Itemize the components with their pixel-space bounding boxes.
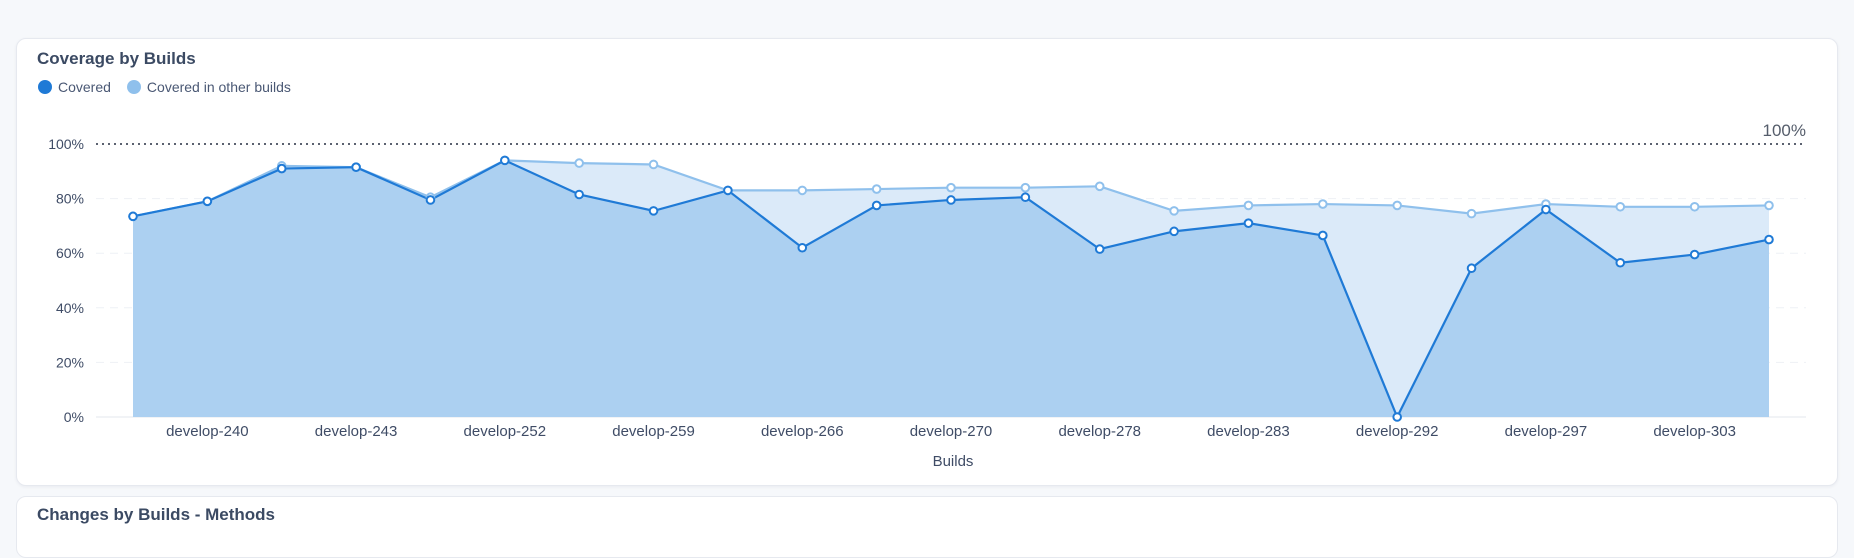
point-covered — [1764, 234, 1774, 245]
point-covered — [1020, 192, 1031, 203]
point-covered-other — [946, 182, 956, 193]
coverage-chart: 0% 20% 40% 60% 80% 100% 100% develop-240 develop… — [48, 121, 1806, 470]
x-tick-label: develop-283 — [1207, 423, 1290, 440]
point-covered-other — [1169, 206, 1179, 216]
x-tick-label: develop-270 — [910, 423, 993, 440]
y-tick-label: 40% — [56, 300, 84, 316]
point-covered — [1541, 204, 1551, 215]
point-covered — [1169, 226, 1179, 237]
y-tick-label: 100% — [48, 136, 84, 152]
point-covered — [1243, 218, 1254, 228]
point-covered — [351, 162, 361, 173]
point-covered-other — [1466, 208, 1477, 219]
x-tick-label: develop-297 — [1505, 423, 1588, 440]
x-tick-label: develop-292 — [1356, 423, 1439, 440]
point-covered — [1615, 257, 1626, 268]
y-tick-label: 0% — [64, 409, 84, 425]
point-covered — [276, 163, 287, 174]
point-covered — [797, 242, 808, 253]
x-tick-label: develop-240 — [166, 423, 249, 440]
y-tick-label: 80% — [56, 191, 84, 207]
reference-line-label: 100% — [1763, 121, 1806, 140]
point-covered-other — [1020, 182, 1031, 193]
point-covered-other — [1764, 200, 1774, 211]
point-covered — [648, 206, 659, 216]
point-covered — [1318, 230, 1328, 241]
point-covered — [946, 195, 956, 205]
point-covered-other — [1243, 200, 1254, 211]
point-covered-other — [648, 159, 659, 170]
x-axis-title: Builds — [933, 453, 974, 470]
y-tick-label: 20% — [56, 354, 84, 370]
point-covered — [1466, 263, 1477, 274]
point-covered — [1094, 244, 1105, 254]
x-tick-label: develop-252 — [464, 423, 547, 440]
point-covered-other — [574, 158, 584, 168]
point-covered-other — [1689, 201, 1700, 212]
x-tick-label: develop-278 — [1058, 423, 1141, 440]
point-covered-other — [1094, 181, 1105, 192]
point-covered-other — [797, 185, 808, 196]
point-covered — [128, 211, 138, 222]
point-covered — [202, 196, 213, 207]
point-covered — [500, 155, 510, 166]
point-covered — [1689, 249, 1700, 260]
x-tick-label: develop-266 — [761, 423, 844, 440]
point-covered — [425, 195, 436, 205]
point-covered-other — [871, 184, 882, 194]
point-covered-other — [1615, 201, 1626, 212]
point-covered-other — [1318, 199, 1328, 209]
point-covered — [574, 189, 584, 200]
point-covered — [1392, 412, 1402, 422]
point-covered-other — [1392, 200, 1402, 211]
x-tick-label: develop-243 — [315, 423, 398, 440]
point-covered — [871, 200, 882, 211]
x-tick-label: develop-259 — [612, 423, 695, 440]
y-tick-label: 60% — [56, 245, 84, 261]
point-covered — [723, 185, 733, 196]
x-tick-label: develop-303 — [1653, 423, 1736, 440]
